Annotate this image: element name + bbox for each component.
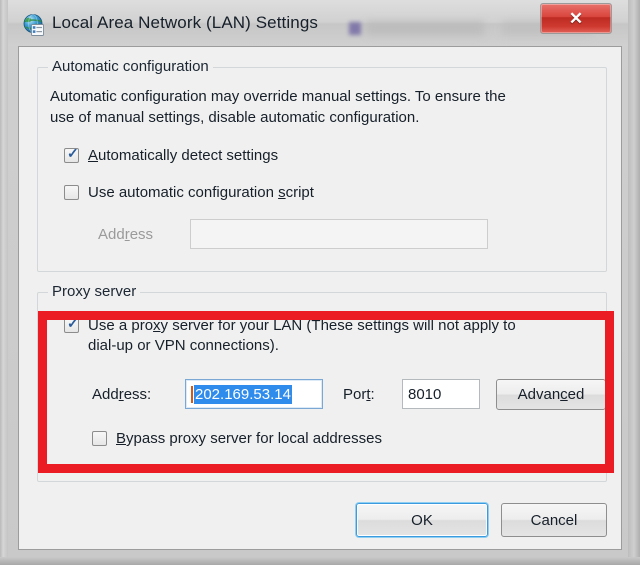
proxy-address-value: 202.169.53.14 <box>194 384 292 404</box>
checkbox-use-proxy-server[interactable]: ✓ Use a proxy server for your LAN (These… <box>64 316 584 356</box>
background-blur-artifact <box>366 21 484 35</box>
accelerator-letter: s <box>278 184 286 201</box>
advanced-button-label-post: ed <box>567 386 585 403</box>
checkbox-label-auto-script-pre: Use automatic configuration <box>88 184 279 201</box>
checkbox-label-use-proxy-line2: dial-up or VPN connections). <box>88 337 279 354</box>
checkbox-automatically-detect-settings[interactable]: ✓ Automatically detect settings <box>64 146 278 166</box>
auto-script-address-input[interactable] <box>190 219 488 249</box>
checkbox-label-use-proxy: Use a proxy server for your LAN (These s… <box>88 316 516 356</box>
window-frame-right-edge <box>628 0 640 565</box>
proxy-address-input[interactable]: 202.169.53.14 <box>185 379 323 409</box>
automatic-configuration-group: Automatic configuration Automatic config… <box>37 58 607 272</box>
cancel-button[interactable]: Cancel <box>501 503 607 537</box>
proxy-address-label-pre: Add <box>92 386 119 403</box>
ok-button-label: OK <box>411 511 433 529</box>
proxy-port-label-post: : <box>370 386 375 403</box>
checkbox-box-bypass[interactable] <box>92 431 107 446</box>
advanced-button[interactable]: Advanced <box>496 379 606 410</box>
proxy-port-label: Port: <box>343 384 375 405</box>
window-title: Local Area Network (LAN) Settings <box>52 13 318 32</box>
advanced-button-label: Advanced <box>518 386 585 403</box>
checkbox-use-automatic-configuration-script[interactable]: Use automatic configuration script <box>64 183 314 203</box>
accelerator-letter: c <box>560 386 568 403</box>
checkmark-icon: ✓ <box>67 145 79 161</box>
checkbox-label-auto-detect: Automatically detect settings <box>88 146 278 166</box>
auto-script-address-label-pre: Add <box>98 226 125 243</box>
checkbox-box-use-proxy[interactable]: ✓ <box>64 315 79 333</box>
checkbox-box-auto-detect[interactable]: ✓ <box>64 145 79 163</box>
network-globe-icon <box>22 13 46 37</box>
auto-script-address-label: Address <box>98 224 153 245</box>
ok-button[interactable]: OK <box>356 503 488 537</box>
checkbox-label-auto-detect-text: utomatically detect settings <box>98 147 279 164</box>
proxy-server-legend: Proxy server <box>48 283 141 300</box>
window-frame-left-edge <box>0 0 8 565</box>
proxy-address-label-post: ess: <box>123 386 152 403</box>
proxy-address-label: Address: <box>92 384 151 405</box>
title-bar[interactable]: Local Area Network (LAN) Settings ✕ <box>8 0 628 46</box>
close-icon: ✕ <box>568 8 584 28</box>
automatic-configuration-description-line1: Automatic configuration may override man… <box>50 88 506 105</box>
checkbox-box-auto-script[interactable] <box>64 185 79 200</box>
cancel-button-label: Cancel <box>530 511 578 529</box>
background-blur-artifact <box>349 22 361 35</box>
accelerator-letter: A <box>88 147 99 164</box>
checkbox-label-auto-script: Use automatic configuration script <box>88 183 314 203</box>
proxy-port-value: 8010 <box>408 385 442 403</box>
proxy-port-label-pre: Por <box>343 386 367 403</box>
checkbox-label-auto-script-post: cript <box>285 184 314 201</box>
close-button[interactable]: ✕ <box>540 3 612 34</box>
dialog-content: Automatic configuration Automatic config… <box>18 46 622 550</box>
advanced-button-label-pre: Advan <box>517 386 561 403</box>
checkbox-bypass-proxy-for-local-addresses[interactable]: Bypass proxy server for local addresses <box>92 429 382 449</box>
window-frame-bottom-edge <box>0 557 640 565</box>
automatic-configuration-description-line2: use of manual settings, disable automati… <box>50 109 420 126</box>
checkbox-label-bypass-text: ypass proxy server for local addresses <box>126 430 382 447</box>
text-caret <box>191 385 193 403</box>
accelerator-letter: x <box>153 317 161 334</box>
auto-script-address-label-post: ess <box>129 226 154 243</box>
checkmark-icon: ✓ <box>67 315 79 331</box>
checkbox-label-use-proxy-line1-post: y server for your LAN (These settings wi… <box>160 317 516 334</box>
accelerator-letter: B <box>116 430 127 447</box>
proxy-server-group: Proxy server ✓ Use a proxy server for yo… <box>37 283 607 482</box>
checkbox-label-use-proxy-line1-pre: Use a pro <box>88 317 154 334</box>
automatic-configuration-legend: Automatic configuration <box>48 58 213 75</box>
lan-settings-window: Local Area Network (LAN) Settings ✕ Auto… <box>0 0 640 565</box>
checkbox-label-bypass: Bypass proxy server for local addresses <box>116 429 382 449</box>
proxy-port-input[interactable]: 8010 <box>402 379 480 409</box>
